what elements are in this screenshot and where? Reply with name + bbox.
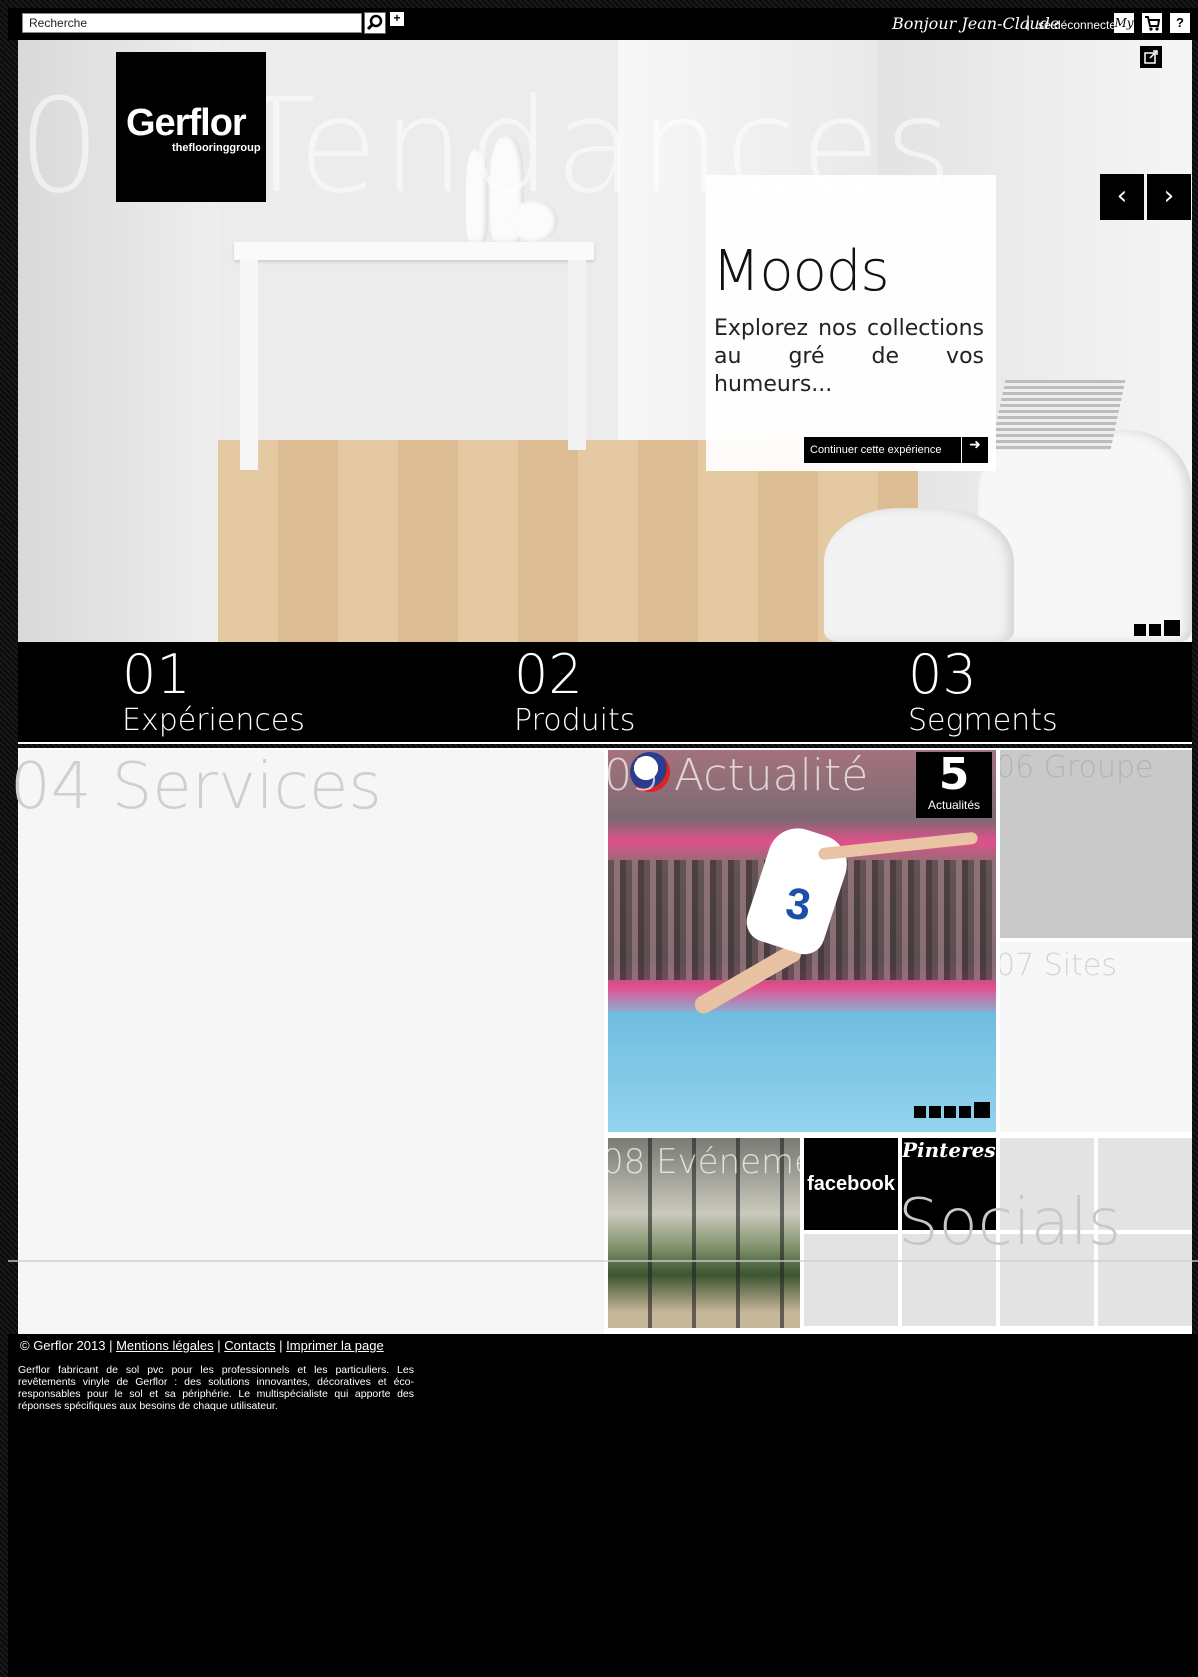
news-title: 05 Actualité — [608, 750, 869, 801]
nav-label: Produits — [514, 703, 636, 738]
cart-button[interactable] — [1142, 13, 1162, 33]
nav-number: 03 — [908, 643, 977, 706]
gerflor-logo[interactable]: Gerflor theflooringgroup — [116, 52, 266, 202]
logo-tagline: theflooringgroup — [172, 142, 261, 154]
prev-slide-button[interactable]: ‹ — [1100, 174, 1144, 220]
nav-item-experiences[interactable]: 01 Expériences — [122, 646, 305, 738]
logout-link[interactable]: se déconnecter — [1038, 18, 1120, 32]
hero-pagination — [1134, 620, 1180, 636]
print-link[interactable]: Imprimer la page — [286, 1338, 384, 1353]
news-count-badge: 5 Actualités — [916, 752, 992, 818]
news-count: 5 — [938, 750, 970, 800]
console-table — [234, 242, 594, 260]
tile-grid: 04 Services 3 05 Actualité 5 Actualités … — [10, 748, 1192, 1334]
news-tile[interactable]: 3 05 Actualité 5 Actualités — [608, 750, 996, 1132]
fullscreen-button[interactable] — [1140, 46, 1162, 68]
news-dot[interactable] — [944, 1106, 956, 1118]
console-leg — [240, 260, 258, 470]
nav-number: 02 — [514, 643, 583, 706]
hero-caption-text: Explorez nos collections au gré de vos h… — [714, 316, 984, 397]
scroll-guide-line — [8, 1260, 1198, 1262]
nav-label: Expériences — [122, 703, 305, 738]
logo-word: Gerflor — [126, 102, 247, 144]
hero-slider: 01 Tendances Gerflor theflooringgroup ‹ … — [18, 40, 1192, 642]
services-tile[interactable]: 04 Services — [10, 750, 604, 1334]
help-button[interactable]: ? — [1170, 13, 1190, 33]
cart-icon — [1145, 16, 1161, 31]
footer: © Gerflor 2013 | Mentions légales | Cont… — [8, 1334, 1198, 1677]
my-account-button[interactable]: My — [1114, 13, 1134, 33]
groupe-tile[interactable]: 06 Groupe — [1000, 750, 1192, 938]
news-dot[interactable] — [914, 1106, 926, 1118]
search-button[interactable] — [364, 12, 386, 34]
footer-description: Gerflor fabricant de sol pvc pour les pr… — [18, 1364, 414, 1412]
slide-dot[interactable] — [1134, 624, 1146, 636]
news-pagination — [914, 1102, 990, 1118]
groupe-title: 06 Groupe — [1000, 750, 1154, 785]
next-slide-button[interactable]: › — [1147, 174, 1191, 220]
expand-icon — [1144, 50, 1158, 64]
social-tile[interactable] — [804, 1234, 898, 1326]
magazine-stack — [990, 380, 1126, 450]
slide-dot[interactable] — [1149, 624, 1161, 636]
sites-title: 07 Sites — [1000, 948, 1117, 983]
main-navigation: 01 Expériences 02 Produits 03 Segments — [18, 642, 1192, 744]
continue-experience-button[interactable]: Continuer cette expérience ➜ — [804, 437, 988, 463]
chevron-left-icon: ‹ — [1116, 181, 1128, 211]
footer-links: © Gerflor 2013 | Mentions légales | Cont… — [20, 1338, 384, 1353]
slide-dot-active[interactable] — [1164, 620, 1180, 636]
arrow-right-icon: ➜ — [961, 437, 988, 463]
event-title: 08 Evénement — [608, 1142, 800, 1182]
search-input[interactable] — [22, 13, 362, 33]
search-icon — [366, 14, 383, 31]
nav-item-segments[interactable]: 03 Segments — [908, 646, 1058, 738]
news-dot[interactable] — [929, 1106, 941, 1118]
user-greeting: Bonjour Jean-Claude — [892, 14, 1060, 33]
advanced-search-button[interactable]: + — [390, 12, 404, 26]
socials-title: Socials — [898, 1186, 1122, 1260]
copyright: © Gerflor 2013 | — [20, 1338, 113, 1353]
separator: | — [1026, 14, 1031, 31]
cta-label: Continuer cette expérience — [810, 444, 942, 456]
facebook-button[interactable]: facebook — [804, 1138, 898, 1230]
services-title: 04 Services — [10, 750, 382, 824]
news-count-label: Actualités — [927, 798, 981, 812]
console-leg — [568, 260, 586, 450]
contacts-link[interactable]: Contacts — [224, 1338, 275, 1353]
nav-item-produits[interactable]: 02 Produits — [514, 646, 635, 738]
chevron-right-icon: › — [1163, 181, 1175, 211]
nav-label: Segments — [908, 703, 1058, 738]
news-photo-player — [817, 831, 979, 861]
event-tile[interactable]: 08 Evénement — [608, 1138, 800, 1328]
news-dot[interactable] — [959, 1106, 971, 1118]
top-bar: + Bonjour Jean-Claude | se déconnecter M… — [8, 8, 1198, 40]
nav-number: 01 — [122, 643, 191, 706]
news-dot-active[interactable] — [974, 1102, 990, 1118]
sites-tile[interactable]: 07 Sites — [1000, 942, 1192, 1132]
hero-caption-title: Moods — [712, 239, 890, 304]
stool — [824, 508, 1014, 642]
hero-caption-card: Moods Explorez nos collections au gré de… — [706, 175, 996, 471]
legal-link[interactable]: Mentions légales — [116, 1338, 214, 1353]
